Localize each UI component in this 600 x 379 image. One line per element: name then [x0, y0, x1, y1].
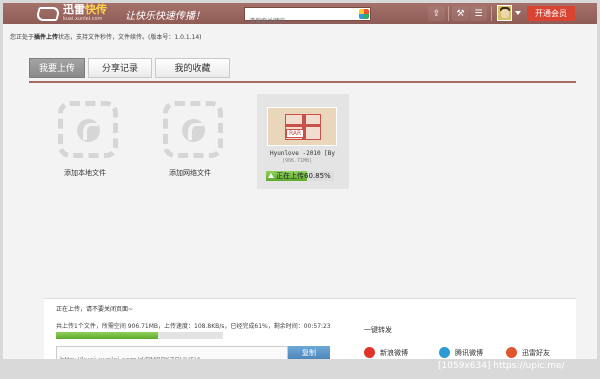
copy-button[interactable]: 复制	[288, 346, 330, 359]
upload-arrow-icon	[268, 173, 274, 178]
window-frame: 迅雷快传 kuai.xunlei.com 让快乐快速传播！ ⇪ ⚒ ☰ 开通会员…	[0, 0, 600, 379]
share-link-box	[56, 346, 288, 359]
upload-file-card[interactable]: RAR Hyunlove -2010 [By (906.71MB) 正在上传60…	[257, 94, 349, 189]
brand-url: kuai.xunlei.com	[63, 16, 103, 22]
rar-label: RAR	[286, 129, 305, 138]
status-line: 您正处于插件上传状态，支持文件秒传，文件续传。(版本号：1.0.1.14)	[10, 34, 202, 41]
file-progress-bar: 正在上传60.85%	[266, 171, 334, 181]
vip-button[interactable]: 开通会员	[527, 6, 575, 21]
file-thumbnail: RAR	[267, 107, 337, 146]
app-window: 迅雷快传 kuai.xunlei.com 让快乐快速传播！ ⇪ ⚒ ☰ 开通会员…	[3, 3, 597, 359]
overall-progress-bar	[56, 332, 223, 339]
thunder-friends-icon	[506, 347, 517, 358]
tab-upload[interactable]: 我要上传	[29, 58, 85, 78]
share-label: 迅雷好友	[522, 348, 550, 357]
globe-icon	[182, 119, 205, 142]
file-name: Hyunlove -2010 [By	[270, 150, 336, 157]
avatar[interactable]	[497, 5, 512, 21]
file-size: (906.71MB)	[282, 158, 313, 164]
globe-icon	[77, 119, 100, 142]
divider	[491, 6, 492, 21]
divider	[448, 6, 449, 21]
tencent-weibo-icon	[439, 347, 450, 358]
search-input[interactable]	[245, 15, 353, 28]
menu-icon[interactable]: ☰	[470, 6, 487, 21]
share-link-input[interactable]	[57, 354, 287, 359]
tab-share-history[interactable]: 分享记录	[88, 58, 152, 78]
tab-divider	[29, 81, 576, 83]
share-label: 腾讯微博	[455, 348, 483, 357]
add-network-file-label: 添加网络文件	[169, 169, 211, 177]
weibo-icon	[364, 347, 375, 358]
share-tencent-weibo[interactable]: 腾讯微博	[439, 347, 483, 358]
share-title: 一键转发	[364, 326, 392, 334]
tools-icon[interactable]: ⚒	[452, 6, 469, 21]
file-progress-text: 正在上传60.85%	[276, 172, 331, 180]
overall-progress-fill	[56, 332, 158, 339]
tab-bar: 我要上传 分享记录 我的收藏	[29, 58, 230, 78]
add-local-file-label: 添加本地文件	[64, 169, 106, 177]
search-icon[interactable]	[359, 9, 369, 19]
add-network-file-button[interactable]	[163, 101, 223, 158]
upload-tool-icon[interactable]: ⇪	[428, 6, 445, 21]
upload-status-panel: 正在上传，请不要关闭页面~ 共上传1个文件，所需空间 906.71MB，上传速度…	[44, 298, 576, 359]
watermark: [1059x634] https://upic.me/	[438, 361, 565, 371]
rar-archive-icon: RAR	[285, 114, 321, 140]
add-local-file-button[interactable]	[58, 101, 118, 158]
avatar-face	[501, 9, 509, 18]
share-sina-weibo[interactable]: 新浪微博	[364, 347, 408, 358]
share-label: 新浪微博	[380, 348, 408, 357]
chevron-down-icon[interactable]	[515, 11, 521, 15]
tab-favorites[interactable]: 我的收藏	[155, 58, 230, 78]
thunder-logo-icon	[36, 4, 60, 20]
upload-stats: 共上传1个文件，所需空间 906.71MB，上传速度：108.8KB/s，已经完…	[56, 323, 331, 330]
header-bar: 迅雷快传 kuai.xunlei.com 让快乐快速传播！ ⇪ ⚒ ☰ 开通会员	[3, 3, 597, 28]
upload-note: 正在上传，请不要关闭页面~	[56, 306, 134, 313]
search-box	[244, 7, 371, 28]
brand-name: 迅雷快传	[63, 3, 107, 16]
brand-logo[interactable]: 迅雷快传 kuai.xunlei.com	[36, 3, 107, 23]
share-thunder-friends[interactable]: 迅雷好友	[506, 347, 550, 358]
slogan: 让快乐快速传播！	[125, 11, 205, 22]
